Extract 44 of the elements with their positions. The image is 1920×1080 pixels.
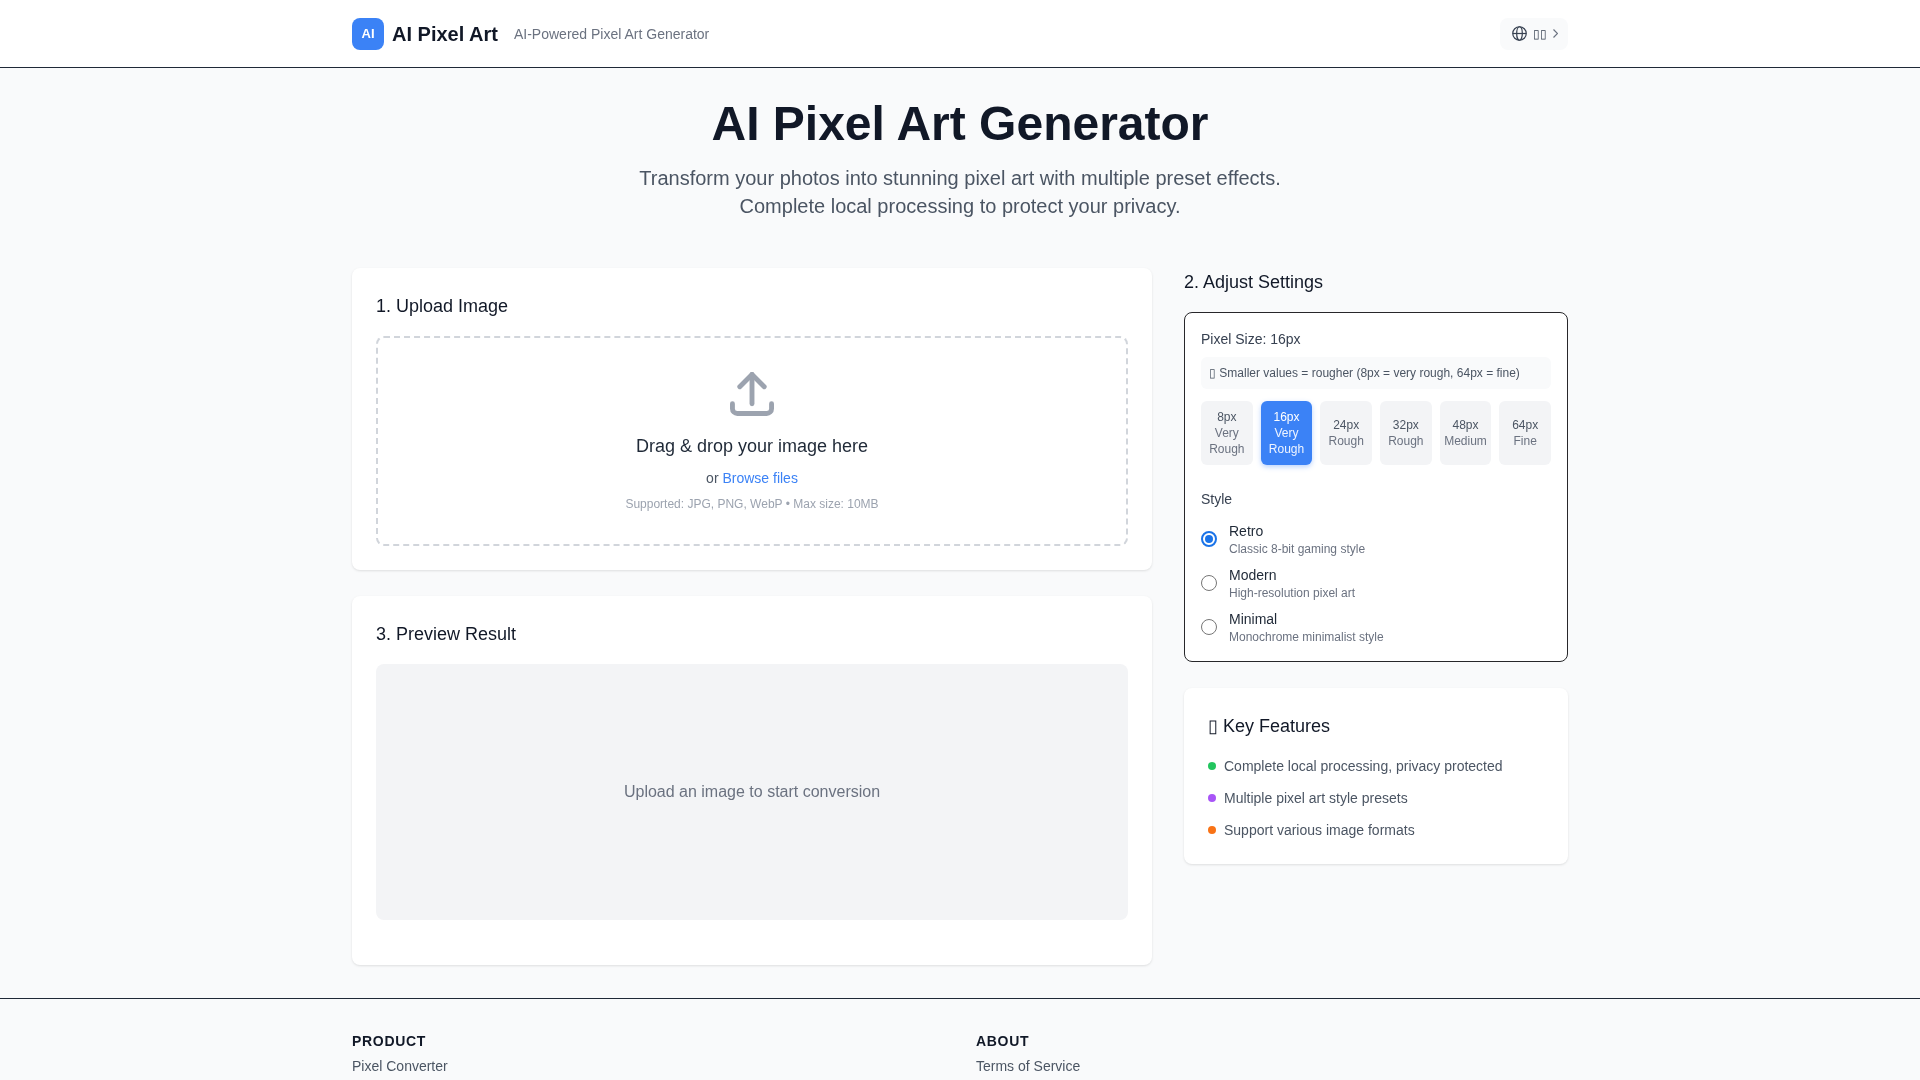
logo[interactable]: AI [352,17,384,50]
pixel-size-label: Pixel Size: 16px [1201,330,1302,349]
pixel-size-button[interactable]: 24px Rough [1320,401,1372,465]
drop-prompt: Drag & drop your image here [635,435,869,458]
upload-icon [730,372,774,416]
site-title: AI Pixel Art [392,21,498,47]
supported-formats-text: Supported: JPG, PNG, WebP • Max size: 10MB [625,496,879,512]
section-title: 1. Upload Image [376,295,510,318]
hint-text: ▯ Smaller values = rougher (8px = very rough, 64px = fine) [1201,357,1551,389]
chevron-right-icon [1553,29,1558,38]
radio-button[interactable] [1201,575,1217,591]
footer-heading: ABOUT [976,1032,1031,1051]
section-title: 2. Adjust Settings [1184,271,1325,294]
style-option-description: High-resolution pixel art [1229,585,1356,601]
style-option-name: Minimal [1229,610,1279,629]
dropzone[interactable]: Drag & drop your image here or Browse files Supported: JPG, PNG, WebP • Max size: 10MB [376,336,1128,546]
pixel-size-button[interactable]: 48px Medium [1439,401,1492,465]
style-option-name: Modern [1229,566,1278,585]
language-button[interactable]: ▯▯ [1500,17,1568,50]
feature-text: Support various image formats [1224,821,1415,840]
pixel-size-button[interactable]: 64px Fine [1499,401,1551,465]
footer-link[interactable]: Pixel Converter [352,1057,448,1075]
style-option-description: Monochrome minimalist style [1229,629,1384,645]
radio-button[interactable] [1201,531,1217,547]
globe-icon [1512,26,1527,41]
section-title: 3. Preview Result [376,623,518,646]
style-option-description: Classic 8-bit gaming style [1229,541,1366,557]
section-title: ▯ Key Features [1208,715,1332,738]
pixel-size-button[interactable]: 32px Rough [1380,401,1432,465]
style-option-name: Retro [1229,522,1265,541]
feature-text: Complete local processing, privacy protected [1224,757,1503,776]
empty-state-text: Upload an image to start conversion [623,782,881,802]
pixel-size-button[interactable]: 16px Very Rough [1260,401,1313,465]
browse-prompt: or Browse files [706,469,798,488]
style-label: Style [1201,490,1234,509]
footer-heading: PRODUCT [352,1032,428,1051]
site-tagline: AI-Powered Pixel Art Generator [513,25,710,42]
footer-link[interactable]: Terms of Service [976,1057,1081,1075]
page-subtitle: Transform your photos into stunning pixel art with multiple preset effects. Complete local processing to protect your privacy. [638,166,1282,219]
feature-text: Multiple pixel art style presets [1224,789,1408,808]
pixel-size-button[interactable]: 8px Very Rough [1201,401,1253,465]
page-title: AI Pixel Art Generator [710,100,1210,148]
radio-button[interactable] [1201,619,1217,635]
browse-files-link[interactable]: Browse files [722,470,798,486]
